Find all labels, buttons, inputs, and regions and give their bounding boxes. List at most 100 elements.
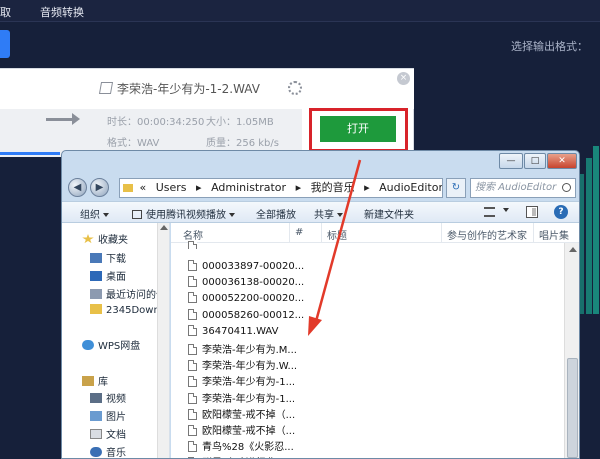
share-button[interactable]: 共享 (314, 206, 343, 221)
new-folder-button[interactable]: 新建文件夹 (364, 206, 414, 221)
nav-label: 下载 (106, 254, 126, 265)
file-name-label: 李荣浩-年少有为-1... (202, 393, 296, 405)
nav-label: 库 (98, 377, 108, 388)
recent-places-icon (90, 289, 102, 299)
file-row[interactable]: 000036138-00020... (171, 276, 561, 292)
file-icon (188, 241, 197, 249)
breadcrumb-separator[interactable]: ▸ (296, 181, 302, 194)
gear-icon[interactable] (288, 81, 302, 95)
nav-label: 视频 (106, 394, 126, 405)
file-list-pane: 名称 # 标题 参与创作的艺术家 唱片集 000033897-00020... 0… (171, 223, 579, 458)
nav-music[interactable]: 音乐 (90, 444, 126, 458)
nav-pictures[interactable]: 图片 (90, 408, 126, 424)
address-prefix[interactable]: « (140, 181, 147, 194)
file-icon (188, 376, 197, 388)
column-divider[interactable] (289, 223, 290, 243)
column-divider[interactable] (441, 223, 442, 243)
file-row[interactable]: 36470411.WAV (171, 324, 561, 341)
preview-pane-icon[interactable] (526, 206, 538, 218)
column-divider[interactable] (321, 223, 322, 243)
breadcrumb-separator[interactable]: ▸ (196, 181, 202, 194)
address-bar[interactable]: « Users ▸ Administrator ▸ 我的音乐 ▸ AudioEd… (119, 178, 443, 198)
file-row[interactable]: 欧阳檬莹-戒不掉（... (171, 406, 561, 422)
column-album[interactable]: 唱片集 (539, 227, 569, 242)
breadcrumb-my-music[interactable]: 我的音乐 (311, 181, 355, 194)
file-row[interactable]: 李荣浩-年少有为-1... (171, 390, 561, 406)
play-with-button[interactable]: 使用腾讯视频播放 (132, 206, 235, 221)
view-options-dropdown[interactable] (500, 205, 509, 216)
scroll-up-icon[interactable] (569, 247, 577, 252)
nav-label: 桌面 (106, 272, 126, 283)
size-text: 大小：1.05MB (206, 117, 274, 128)
nav-desktop[interactable]: 桌面 (90, 268, 126, 284)
dialog-close-button[interactable]: ✕ (547, 153, 577, 169)
minimize-button[interactable]: — (499, 153, 523, 169)
file-row[interactable]: 青鸟%28《火影忍... (171, 438, 561, 454)
video-icon (90, 393, 102, 403)
nav-downloads[interactable]: 下载 (90, 250, 126, 266)
file-name-label: 李荣浩-年少有为.M... (202, 345, 297, 356)
back-button[interactable]: ◀ (68, 178, 87, 197)
organize-button[interactable]: 组织 (80, 206, 109, 221)
address-row: ◀ ▶ « Users ▸ Administrator ▸ 我的音乐 ▸ Aud… (62, 175, 579, 201)
nav-wps-cloud[interactable]: WPS网盘 (82, 337, 140, 353)
chevron-down-icon (103, 213, 109, 217)
desktop-icon (90, 271, 102, 281)
open-file-dialog: — □ ✕ ◀ ▶ « Users ▸ Administrator ▸ 我的音乐… (61, 150, 580, 459)
column-divider[interactable] (533, 223, 534, 243)
help-icon[interactable]: ? (554, 205, 568, 219)
file-row[interactable]: 000058260-00012... (171, 308, 561, 325)
breadcrumb-users[interactable]: Users (156, 181, 187, 194)
nav-favorites[interactable]: 收藏夹 (82, 231, 128, 247)
close-icon[interactable]: × (397, 72, 410, 85)
folder-icon (90, 304, 102, 314)
add-file-button-partial[interactable] (0, 30, 10, 58)
view-options-icon[interactable] (484, 207, 495, 217)
format-text: 格式：WAV (107, 138, 160, 149)
nav-videos[interactable]: 视频 (90, 390, 126, 406)
column-track-number[interactable]: # (295, 227, 303, 238)
file-list-scrollbar[interactable] (564, 243, 579, 458)
file-icon (188, 425, 197, 436)
file-row-partial[interactable] (171, 241, 561, 249)
edit-icon[interactable] (98, 82, 114, 94)
search-icon[interactable] (562, 183, 571, 192)
tab-audio-convert[interactable]: 音频转换 (40, 4, 84, 20)
scrollbar-thumb[interactable] (567, 358, 578, 458)
file-icon (188, 324, 197, 336)
file-row[interactable]: 李荣浩-年少有为-1... (171, 373, 561, 389)
visualizer-bar (585, 158, 592, 314)
search-input[interactable]: 搜索 AudioEditor (470, 178, 576, 198)
tab-partial[interactable]: 取 (0, 4, 11, 20)
maximize-button[interactable]: □ (524, 153, 546, 169)
file-name[interactable]: 李荣浩-年少有为-1-2.WAV (98, 80, 260, 97)
open-button[interactable]: 打开 (320, 116, 396, 142)
nav-scrollbar[interactable] (157, 223, 169, 458)
file-row[interactable]: 群星-小鸡进行曲.A... (171, 454, 561, 458)
column-title[interactable]: 标题 (327, 227, 347, 242)
file-row[interactable]: 000052200-00020... (171, 292, 561, 308)
nav-documents[interactable]: 文档 (90, 426, 126, 442)
breadcrumb-separator[interactable]: ▸ (364, 181, 370, 194)
document-icon (90, 429, 102, 439)
nav-label: 图片 (106, 412, 126, 423)
refresh-button[interactable]: ↻ (446, 178, 466, 198)
nav-library[interactable]: 库 (82, 373, 108, 389)
file-row[interactable]: 李荣浩-年少有为.W... (171, 357, 561, 373)
scroll-up-icon[interactable] (160, 225, 168, 230)
file-row[interactable]: 李荣浩-年少有为.M... (171, 341, 561, 357)
column-name[interactable]: 名称 (183, 227, 203, 242)
forward-button[interactable]: ▶ (90, 178, 109, 197)
app-top-bar: 取 音频转换 (0, 0, 600, 22)
play-all-button[interactable]: 全部播放 (256, 206, 296, 221)
column-artists[interactable]: 参与创作的艺术家 (447, 227, 527, 242)
chevron-down-icon (229, 213, 235, 217)
file-row[interactable]: 欧阳檬莹-戒不掉（... (171, 422, 561, 438)
breadcrumb-administrator[interactable]: Administrator (211, 181, 286, 194)
file-row[interactable]: 000033897-00020... (171, 260, 561, 276)
file-icon (188, 276, 197, 288)
convert-arrow-icon (46, 113, 80, 125)
nav-recent[interactable]: 最近访问的位 (90, 286, 166, 302)
breadcrumb-audioeditor[interactable]: AudioEditor (379, 181, 442, 194)
file-icon (188, 408, 197, 420)
